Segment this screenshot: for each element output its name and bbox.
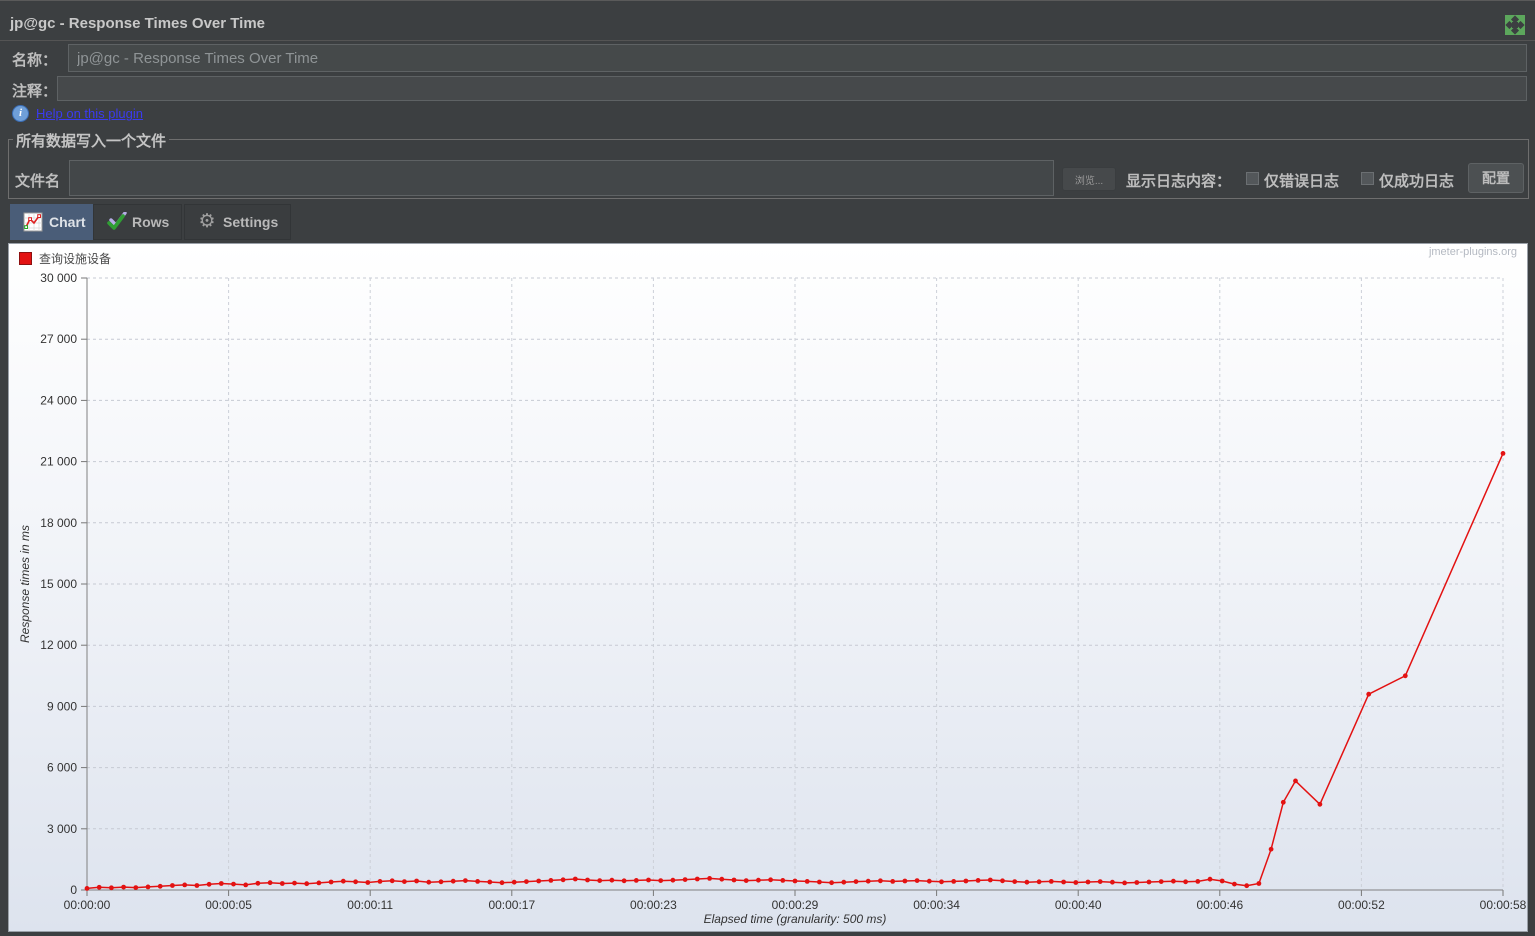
errors-only-label: 仅错误日志 bbox=[1264, 173, 1340, 190]
comment-label: 注释： bbox=[12, 83, 58, 100]
svg-text:6 000: 6 000 bbox=[47, 761, 77, 775]
tab-rows[interactable]: Rows bbox=[93, 204, 183, 240]
configure-button[interactable]: 配置 bbox=[1468, 163, 1524, 193]
comment-input[interactable] bbox=[57, 76, 1527, 101]
svg-text:27 000: 27 000 bbox=[40, 332, 77, 346]
svg-text:00:00:23: 00:00:23 bbox=[630, 898, 677, 912]
info-icon: i bbox=[12, 105, 29, 123]
legend-label: 查询设施设备 bbox=[39, 252, 112, 266]
chart-icon bbox=[23, 212, 43, 232]
svg-text:00:00:58: 00:00:58 bbox=[1480, 898, 1527, 912]
svg-text:00:00:46: 00:00:46 bbox=[1196, 898, 1243, 912]
svg-text:24 000: 24 000 bbox=[40, 393, 77, 407]
svg-text:18 000: 18 000 bbox=[40, 516, 77, 530]
tab-chart[interactable]: Chart bbox=[10, 204, 99, 240]
svg-text:15 000: 15 000 bbox=[40, 577, 77, 591]
help-link[interactable]: Help on this plugin bbox=[36, 106, 143, 121]
svg-text:00:00:40: 00:00:40 bbox=[1055, 898, 1102, 912]
name-input[interactable] bbox=[68, 44, 1527, 72]
svg-text:00:00:05: 00:00:05 bbox=[205, 898, 252, 912]
svg-text:00:00:00: 00:00:00 bbox=[64, 898, 111, 912]
watermark: jmeter-plugins.org bbox=[1428, 246, 1517, 258]
chart-legend: 查询设施设备 bbox=[19, 250, 111, 267]
svg-text:0: 0 bbox=[70, 883, 77, 897]
svg-text:9 000: 9 000 bbox=[47, 699, 77, 713]
success-only-checkbox[interactable] bbox=[1361, 172, 1374, 185]
tab-label: Rows bbox=[132, 214, 170, 230]
svg-text:Elapsed time (granularity: 500: Elapsed time (granularity: 500 ms) bbox=[704, 912, 887, 926]
svg-text:00:00:34: 00:00:34 bbox=[913, 898, 960, 912]
svg-text:00:00:29: 00:00:29 bbox=[772, 898, 819, 912]
window-title: jp@gc - Response Times Over Time bbox=[10, 15, 265, 32]
chart-panel: 查询设施设备 jmeter-plugins.org 0 3 000 6 000 9 0… bbox=[8, 243, 1528, 932]
svg-text:00:00:11: 00:00:11 bbox=[347, 898, 393, 912]
filename-input[interactable] bbox=[69, 160, 1054, 196]
svg-text:30 000: 30 000 bbox=[40, 271, 77, 285]
success-only-label: 仅成功日志 bbox=[1379, 173, 1455, 190]
svg-text:00:00:17: 00:00:17 bbox=[488, 898, 535, 912]
browse-button[interactable]: 浏览... bbox=[1062, 167, 1116, 191]
svg-text:3 000: 3 000 bbox=[47, 822, 77, 836]
svg-text:21 000: 21 000 bbox=[40, 455, 77, 469]
tab-settings[interactable]: ⚙ Settings bbox=[184, 204, 292, 240]
checkmarks-icon bbox=[106, 211, 127, 232]
log-display-label: 显示日志内容： bbox=[1126, 173, 1232, 190]
svg-text:Response times in ms: Response times in ms bbox=[18, 525, 32, 643]
gear-icon: ⚙ bbox=[198, 211, 216, 232]
window-header: jp@gc - Response Times Over Time bbox=[0, 0, 1535, 41]
response-time-chart: 0 3 000 6 000 9 000 12 000 15 000 18 000 21 000… bbox=[18, 271, 1527, 926]
tab-label: Settings bbox=[223, 214, 279, 230]
legend-swatch bbox=[19, 252, 32, 265]
name-label: 名称： bbox=[12, 52, 58, 69]
errors-only-checkbox[interactable] bbox=[1246, 172, 1259, 185]
svg-text:00:00:52: 00:00:52 bbox=[1338, 898, 1385, 912]
filename-label: 文件名 bbox=[15, 173, 61, 190]
file-groupbox: 所有数据写入一个文件 文件名 浏览... 显示日志内容： 仅错误日志 仅成功日志… bbox=[8, 130, 1529, 199]
svg-text:12 000: 12 000 bbox=[40, 638, 77, 652]
file-groupbox-title: 所有数据写入一个文件 bbox=[13, 130, 170, 151]
expand-icon[interactable] bbox=[1505, 15, 1525, 35]
tab-label: Chart bbox=[49, 214, 86, 230]
